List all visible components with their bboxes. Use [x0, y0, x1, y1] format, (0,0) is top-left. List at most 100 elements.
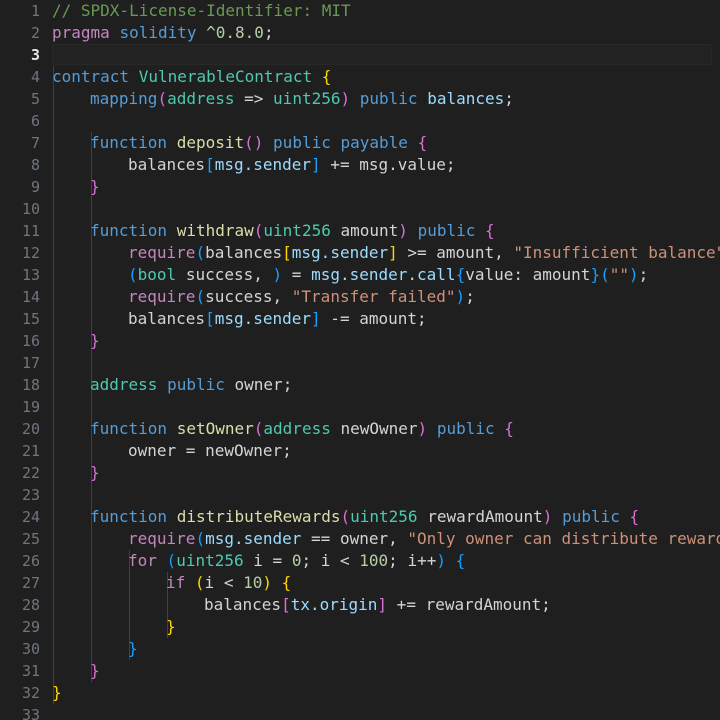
line-number[interactable]: 17: [0, 352, 40, 374]
code-token: ): [436, 551, 446, 570]
code-token: function: [90, 507, 168, 526]
line-number[interactable]: 10: [0, 198, 40, 220]
line-number[interactable]: 6: [0, 110, 40, 132]
code-token: owner: [128, 441, 177, 460]
line-number[interactable]: 28: [0, 594, 40, 616]
code-line[interactable]: (bool success, ) = msg.sender.call{value…: [128, 264, 648, 286]
code-line[interactable]: }: [166, 616, 176, 638]
code-token: msg.sender: [311, 265, 408, 284]
line-number[interactable]: 32: [0, 682, 40, 704]
code-token: payable: [340, 133, 408, 152]
line-number[interactable]: 1: [0, 0, 40, 22]
code-line[interactable]: // SPDX-License-Identifier: MIT: [52, 0, 351, 22]
line-number[interactable]: 21: [0, 440, 40, 462]
code-line[interactable]: balances[msg.sender] -= amount;: [128, 308, 427, 330]
code-token: public: [417, 221, 476, 240]
code-token: uint256: [350, 507, 418, 526]
code-content[interactable]: // SPDX-License-Identifier: MIT pragma so…: [52, 0, 720, 720]
code-line[interactable]: function deposit() public payable {: [90, 132, 427, 154]
line-number[interactable]: 22: [0, 462, 40, 484]
code-token: tx.origin: [290, 595, 378, 614]
line-number[interactable]: 16: [0, 330, 40, 352]
code-token: ]: [311, 155, 321, 174]
line-number[interactable]: 25: [0, 528, 40, 550]
code-token: <: [214, 573, 244, 592]
line-number[interactable]: 24: [0, 506, 40, 528]
code-token: ): [417, 419, 428, 438]
line-number[interactable]: 2: [0, 22, 40, 44]
code-line[interactable]: require(balances[msg.sender] >= amount, …: [128, 242, 720, 264]
code-token: ,: [253, 265, 273, 284]
code-line[interactable]: function distributeRewards(uint256 rewar…: [90, 506, 639, 528]
line-number[interactable]: 13: [0, 264, 40, 286]
code-line[interactable]: require(success, "Transfer failed");: [128, 286, 475, 308]
line-number[interactable]: 8: [0, 154, 40, 176]
code-line[interactable]: address public owner;: [90, 374, 292, 396]
line-number[interactable]: 18: [0, 374, 40, 396]
line-number[interactable]: 9: [0, 176, 40, 198]
code-line[interactable]: }: [90, 176, 100, 198]
line-number[interactable]: 4: [0, 66, 40, 88]
code-token: call: [417, 265, 456, 284]
code-token: address: [263, 419, 331, 438]
line-number[interactable]: 27: [0, 572, 40, 594]
code-line[interactable]: balances[tx.origin] += rewardAmount;: [204, 594, 551, 616]
code-line[interactable]: mapping(address => uint256) public balan…: [90, 88, 514, 110]
code-line[interactable]: function setOwner(address newOwner) publ…: [90, 418, 514, 440]
code-line[interactable]: }: [90, 330, 100, 352]
line-number[interactable]: 7: [0, 132, 40, 154]
line-number-gutter[interactable]: 1 2 3 4 5 6 7 8 9 10 11 12 13 14 15 16 17 18 19 20 21 22 23 24 2…: [0, 0, 44, 720]
code-line[interactable]: function withdraw(uint256 amount) public…: [90, 220, 495, 242]
line-number[interactable]: 19: [0, 396, 40, 418]
line-number[interactable]: 11: [0, 220, 40, 242]
line-number[interactable]: 23: [0, 484, 40, 506]
code-token: balances: [204, 595, 282, 614]
line-number[interactable]: 20: [0, 418, 40, 440]
code-token: {: [629, 507, 640, 526]
code-line[interactable]: require(msg.sender == owner, "Only owner…: [128, 528, 720, 550]
code-token: ;: [504, 89, 514, 108]
code-token: uint256: [176, 551, 244, 570]
line-number[interactable]: 15: [0, 308, 40, 330]
line-number[interactable]: 5: [0, 88, 40, 110]
code-line[interactable]: for (uint256 i = 0; i < 100; i++) {: [128, 550, 465, 572]
code-token: [: [205, 155, 215, 174]
code-line[interactable]: }: [90, 660, 100, 682]
line-number[interactable]: 33: [0, 704, 40, 720]
line-number[interactable]: 31: [0, 660, 40, 682]
code-token: deposit: [176, 133, 245, 152]
code-line[interactable]: pragma solidity ^0.8.0;: [52, 22, 274, 44]
code-token: {: [455, 265, 466, 284]
code-line[interactable]: owner = newOwner;: [128, 440, 292, 462]
line-number[interactable]: 29: [0, 616, 40, 638]
code-line[interactable]: }: [90, 462, 100, 484]
code-token: (): [244, 133, 264, 152]
line-number[interactable]: 12: [0, 242, 40, 264]
line-number[interactable]: 14: [0, 286, 40, 308]
code-editor[interactable]: 1 2 3 4 5 6 7 8 9 10 11 12 13 14 15 16 17 18 19 20 21 22 23 24 2…: [0, 0, 720, 720]
code-token: (: [157, 89, 168, 108]
code-token: (: [194, 573, 205, 592]
code-token: +=: [320, 155, 360, 174]
code-line[interactable]: }: [128, 638, 138, 660]
code-token: public: [273, 133, 331, 152]
line-number[interactable]: 30: [0, 638, 40, 660]
line-number[interactable]: 3: [0, 44, 40, 66]
line-number[interactable]: 26: [0, 550, 40, 572]
code-token: i: [204, 573, 215, 592]
code-token: ): [542, 507, 553, 526]
code-line[interactable]: balances[msg.sender] += msg.value;: [128, 154, 456, 176]
code-token: require: [128, 287, 196, 306]
code-line[interactable]: contract VulnerableContract {: [52, 66, 331, 88]
code-line[interactable]: }: [52, 682, 62, 704]
code-line[interactable]: if (i < 10) {: [166, 572, 291, 594]
